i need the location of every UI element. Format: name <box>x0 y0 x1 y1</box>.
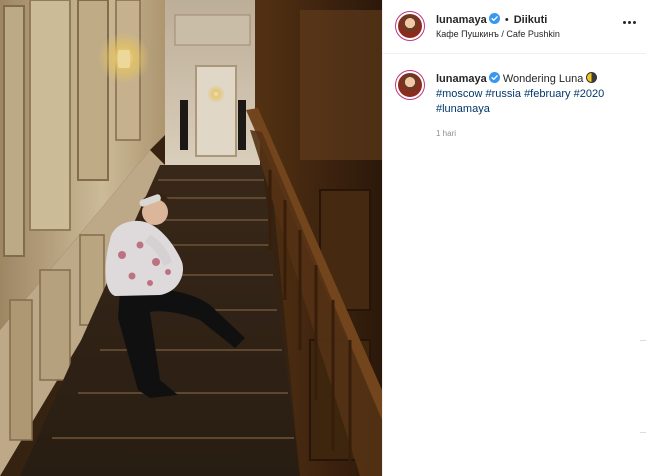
scroll-tick <box>640 432 646 433</box>
separator-dot: • <box>504 14 509 26</box>
moon-emoji-icon <box>586 72 598 83</box>
caption-timestamp[interactable]: 1 hari <box>436 129 456 138</box>
staircase-photo <box>0 0 382 476</box>
hashtag-russia[interactable]: #russia <box>486 88 521 100</box>
caption-text: lunamaya Wondering Luna #moscow #russia … <box>436 72 636 117</box>
hashtag-2020[interactable]: #2020 <box>574 88 605 100</box>
post-photo[interactable] <box>0 0 382 476</box>
avatar-image <box>398 73 422 97</box>
post-header: lunamaya • Diikuti Кафе Пушкинъ / Cafe P… <box>383 0 646 54</box>
caption-author-avatar[interactable] <box>395 70 425 100</box>
author-username[interactable]: lunamaya <box>436 14 487 26</box>
more-options-icon[interactable] <box>623 16 637 30</box>
verified-badge-icon <box>488 13 500 24</box>
avatar-image <box>398 14 422 38</box>
author-line: lunamaya • Diikuti <box>436 13 547 26</box>
location-link[interactable]: Кафе Пушкинъ / Cafe Pushkin <box>436 29 560 39</box>
verified-badge-icon <box>488 72 500 83</box>
instagram-post: lunamaya • Diikuti Кафе Пушкинъ / Cafe P… <box>0 0 646 476</box>
author-avatar[interactable] <box>395 11 425 41</box>
hashtag-moscow[interactable]: #moscow <box>436 88 482 100</box>
post-side-panel: lunamaya • Diikuti Кафе Пушкинъ / Cafe P… <box>382 0 646 476</box>
hashtag-lunamaya[interactable]: #lunamaya <box>436 103 490 115</box>
caption-username[interactable]: lunamaya <box>436 73 487 85</box>
scroll-tick <box>640 340 646 341</box>
following-button[interactable]: Diikuti <box>514 14 548 26</box>
caption-message: Wondering Luna <box>502 73 584 85</box>
hashtag-february[interactable]: #february <box>524 88 570 100</box>
